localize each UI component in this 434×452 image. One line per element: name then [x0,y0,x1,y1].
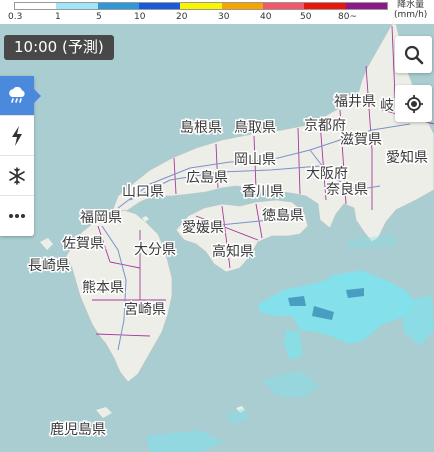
legend-swatch [180,3,222,9]
label-fukui: 福井県 [334,94,376,110]
legend-unit-value: (mm/h) [394,10,428,20]
legend-tick: 1 [55,12,61,22]
more-dots-icon [9,214,25,218]
search-icon [404,45,423,64]
legend-swatch [262,3,305,9]
legend-tick: 50 [300,12,312,22]
label-kagawa: 香川県 [242,184,284,200]
label-okayama: 岡山県 [234,152,276,168]
search-button[interactable] [395,36,432,73]
current-location-button[interactable] [395,85,432,122]
legend-tick: 80~ [338,12,357,22]
location-target-icon [404,94,423,113]
legend-tick: 5 [96,12,102,22]
label-gifu: 岐 [380,98,394,114]
rain-layer-button[interactable] [0,76,41,116]
legend-ticks: 0.3 1 5 10 20 30 40 50 80~ [0,12,434,24]
legend-tick: 10 [134,12,146,22]
label-shiga: 滋賀県 [340,132,382,148]
label-saga: 佐賀県 [62,236,104,252]
legend-tick: 40 [260,12,272,22]
legend-swatch [97,3,139,9]
snowflake-icon [9,166,25,185]
snow-layer-button[interactable] [0,156,34,196]
lightning-icon [12,125,22,146]
label-tottori: 鳥取県 [234,120,276,136]
label-tokushima: 徳島県 [262,208,304,224]
label-nagasaki: 長崎県 [28,258,70,274]
label-shimane: 島根県 [180,120,222,136]
label-kumamoto: 熊本県 [82,280,124,296]
label-miyazaki: 宮崎県 [124,302,166,318]
legend-color-bar [14,2,388,10]
label-yamaguchi: 山口県 [122,184,164,200]
label-aichi: 愛知県 [386,149,428,166]
lightning-layer-button[interactable] [0,116,34,156]
rain-cloud-icon [9,86,25,103]
label-nara: 奈良県 [326,182,368,198]
legend-swatch [304,3,346,9]
legend-unit-label: 降水量 [397,0,425,10]
label-ehime: 愛媛県 [182,220,224,236]
label-kochi: 高知県 [212,243,254,260]
label-osaka: 大阪府 [306,166,348,182]
label-fukuoka: 福岡県 [80,210,122,226]
layer-toolbar [0,76,41,236]
legend-swatch [221,3,263,9]
weather-map[interactable]: 京都府 島根県 鳥取県 福井県 岐 滋賀県 愛知県 岡山県 広島県 大阪府 山口… [0,0,434,452]
time-badge: 10:00 (予測) [4,35,114,60]
legend-swatch [56,3,98,9]
label-hiroshima: 広島県 [186,170,228,186]
more-options-button[interactable] [0,196,34,236]
legend-tick: 20 [176,12,188,22]
legend-tick: 0.3 [8,12,23,22]
precipitation-legend: 0.3 1 5 10 20 30 40 50 80~ 降水量 (mm/h) [0,0,434,24]
legend-swatch [345,3,387,9]
legend-tick: 30 [218,12,230,22]
legend-swatch [15,3,57,9]
legend-unit: 降水量 (mm/h) [394,0,427,20]
legend-swatch [138,3,181,9]
label-kagoshima: 鹿児島県 [50,421,106,438]
label-oita: 大分県 [134,242,176,258]
